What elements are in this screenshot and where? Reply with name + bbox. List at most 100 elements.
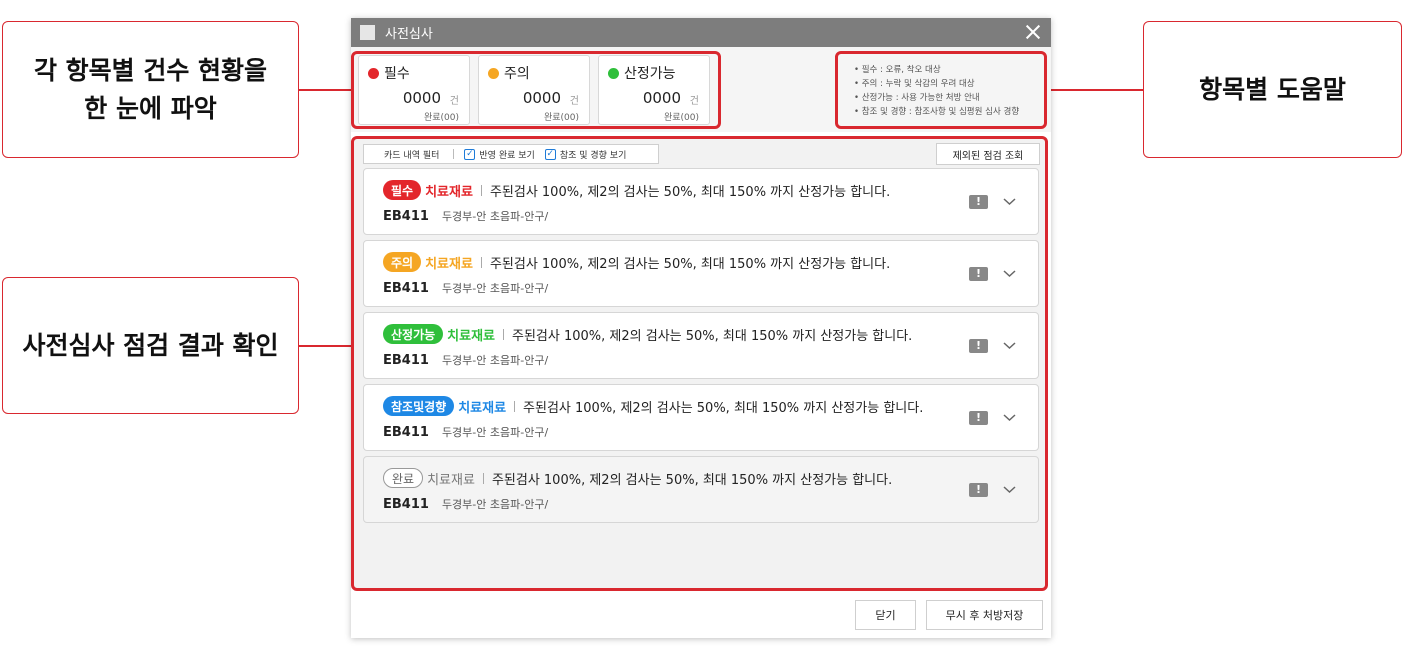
item-code: EB411: [383, 352, 429, 368]
item-description: 두경부-안 초음파-안구/: [441, 354, 549, 367]
red-dot-icon: [368, 68, 379, 79]
callout-help: 항목별 도움말: [1143, 21, 1402, 158]
card-detail: EB411 두경부-안 초음파-안구/: [383, 424, 548, 440]
checkbox-label: 참조 및 경향 보기: [559, 150, 627, 161]
show-applied-checkbox[interactable]: ✓ 반영 완료 보기: [464, 148, 535, 161]
item-description: 두경부-안 초음파-안구/: [441, 498, 549, 511]
help-line: • 필수 : 오류, 착오 대상: [854, 65, 941, 75]
count-unit: 건: [689, 96, 699, 107]
divider: [480, 256, 482, 268]
close-button[interactable]: 닫기: [855, 600, 916, 630]
count-done: 완료(00): [543, 113, 579, 123]
divider: [514, 400, 516, 412]
card-detail: EB411 두경부-안 초음파-안구/: [383, 280, 548, 296]
callout-counts-connector: [299, 89, 351, 91]
count-label: 산정가능: [624, 66, 676, 82]
result-card-completed[interactable]: 완료 치료재료 주된검사 100%, 제2의 검사는 50%, 최대 150% …: [363, 456, 1039, 523]
chevron-down-icon[interactable]: [1002, 482, 1017, 497]
card-detail: EB411 두경부-안 초음파-안구/: [383, 496, 548, 512]
chevron-down-icon[interactable]: [1002, 194, 1017, 209]
alert-icon[interactable]: !: [969, 483, 988, 497]
item-description: 두경부-안 초음파-안구/: [441, 210, 549, 223]
callout-help-connector: [1047, 89, 1143, 91]
count-unit: 건: [569, 96, 579, 107]
card-filter-bar: 카드 내역 필터 ✓ 반영 완료 보기 ✓ 참조 및 경향 보기: [363, 144, 659, 164]
divider: [480, 184, 482, 196]
orange-dot-icon: [488, 68, 499, 79]
card-header: 완료 치료재료 주된검사 100%, 제2의 검사는 50%, 최대 150% …: [383, 468, 892, 488]
help-line: • 주의 : 누락 및 삭감의 우려 대상: [854, 79, 975, 89]
severity-badge: 필수: [383, 180, 422, 200]
card-detail: EB411 두경부-안 초음파-안구/: [383, 352, 548, 368]
chevron-down-icon[interactable]: [1002, 410, 1017, 425]
result-card[interactable]: 참조및경향 치료재료 주된검사 100%, 제2의 검사는 50%, 최대 15…: [363, 384, 1039, 451]
item-description: 두경부-안 초음파-안구/: [441, 426, 549, 439]
window-app-icon: [360, 25, 375, 40]
ignore-and-save-button[interactable]: 무시 후 처방저장: [926, 600, 1043, 630]
alert-icon[interactable]: !: [969, 339, 988, 353]
card-message: 주된검사 100%, 제2의 검사는 50%, 최대 150% 까지 산정가능 …: [489, 256, 891, 272]
callout-counts: 각 항목별 건수 현황을 한 눈에 파악: [2, 21, 299, 158]
count-unit: 건: [449, 96, 459, 107]
checkbox-label: 반영 완료 보기: [479, 150, 535, 161]
count-card-caution[interactable]: 주의 0000 건 완료(00): [478, 55, 590, 125]
card-header: 주의 치료재료 주된검사 100%, 제2의 검사는 50%, 최대 150% …: [383, 252, 890, 272]
card-header: 산정가능 치료재료 주된검사 100%, 제2의 검사는 50%, 최대 150…: [383, 324, 912, 344]
filter-label: 카드 내역 필터: [384, 150, 440, 161]
count-label: 필수: [384, 66, 410, 82]
alert-icon[interactable]: !: [969, 267, 988, 281]
category-label: 치료재료: [458, 400, 507, 416]
count-value: 0000: [642, 89, 681, 107]
callout-results-connector: [299, 345, 351, 347]
item-code: EB411: [383, 496, 429, 512]
count-done: 완료(00): [663, 113, 699, 123]
filter-divider: [453, 149, 455, 159]
close-icon[interactable]: [1023, 22, 1043, 42]
card-detail: EB411 두경부-안 초음파-안구/: [383, 208, 548, 224]
alert-icon[interactable]: !: [969, 195, 988, 209]
window-title: 사전심사: [385, 27, 433, 42]
count-label: 주의: [504, 66, 530, 82]
chevron-down-icon[interactable]: [1002, 266, 1017, 281]
severity-badge: 주의: [383, 252, 422, 272]
divider: [503, 328, 505, 340]
checkbox-checked-icon: ✓: [464, 148, 476, 160]
callout-counts-line-1: 각 항목별 건수 현황을: [33, 55, 268, 85]
item-code: EB411: [383, 424, 429, 440]
severity-badge: 완료: [383, 468, 424, 488]
count-value: 0000: [402, 89, 441, 107]
card-message: 주된검사 100%, 제2의 검사는 50%, 최대 150% 까지 산정가능 …: [491, 472, 893, 488]
card-header: 필수 치료재료 주된검사 100%, 제2의 검사는 50%, 최대 150% …: [383, 180, 890, 200]
alert-icon[interactable]: !: [969, 411, 988, 425]
count-card-required[interactable]: 필수 0000 건 완료(00): [358, 55, 470, 125]
severity-badge: 산정가능: [383, 324, 444, 344]
view-excluded-button[interactable]: 제외된 점검 조회: [936, 143, 1040, 165]
severity-badge: 참조및경향: [383, 396, 455, 416]
category-label: 치료재료: [427, 472, 475, 488]
divider: [482, 472, 484, 484]
help-line: • 산정가능 : 사용 가능한 처방 안내: [854, 93, 980, 103]
category-label: 치료재료: [425, 256, 473, 272]
show-reference-checkbox[interactable]: ✓ 참조 및 경향 보기: [544, 148, 627, 161]
callout-counts-line-2: 한 눈에 파악: [84, 93, 217, 123]
titlebar: 사전심사: [351, 18, 1051, 47]
checkbox-checked-icon: ✓: [544, 148, 556, 160]
precheck-window: 사전심사 필수 0000 건 완료(00) 주의 0000 건 완료(00) 산…: [351, 18, 1051, 638]
result-card[interactable]: 주의 치료재료 주된검사 100%, 제2의 검사는 50%, 최대 150% …: [363, 240, 1039, 307]
card-message: 주된검사 100%, 제2의 검사는 50%, 최대 150% 까지 산정가능 …: [512, 328, 913, 344]
help-legend: • 필수 : 오류, 착오 대상 • 주의 : 누락 및 삭감의 우려 대상 •…: [835, 51, 1047, 129]
item-code: EB411: [383, 208, 429, 224]
result-card[interactable]: 산정가능 치료재료 주된검사 100%, 제2의 검사는 50%, 최대 150…: [363, 312, 1039, 379]
card-message: 주된검사 100%, 제2의 검사는 50%, 최대 150% 까지 산정가능 …: [523, 400, 924, 416]
count-done: 완료(00): [423, 113, 459, 123]
item-description: 두경부-안 초음파-안구/: [441, 282, 549, 295]
result-card[interactable]: 필수 치료재료 주된검사 100%, 제2의 검사는 50%, 최대 150% …: [363, 168, 1039, 235]
chevron-down-icon[interactable]: [1002, 338, 1017, 353]
green-dot-icon: [608, 68, 619, 79]
card-header: 참조및경향 치료재료 주된검사 100%, 제2의 검사는 50%, 최대 15…: [383, 396, 923, 416]
help-line: • 참조 및 경향 : 참조사항 및 심평원 심사 경향: [854, 107, 1020, 117]
card-message: 주된검사 100%, 제2의 검사는 50%, 최대 150% 까지 산정가능 …: [489, 184, 891, 200]
count-value: 0000: [522, 89, 561, 107]
callout-results: 사전심사 점검 결과 확인: [2, 277, 299, 414]
count-card-billable[interactable]: 산정가능 0000 건 완료(00): [598, 55, 710, 125]
